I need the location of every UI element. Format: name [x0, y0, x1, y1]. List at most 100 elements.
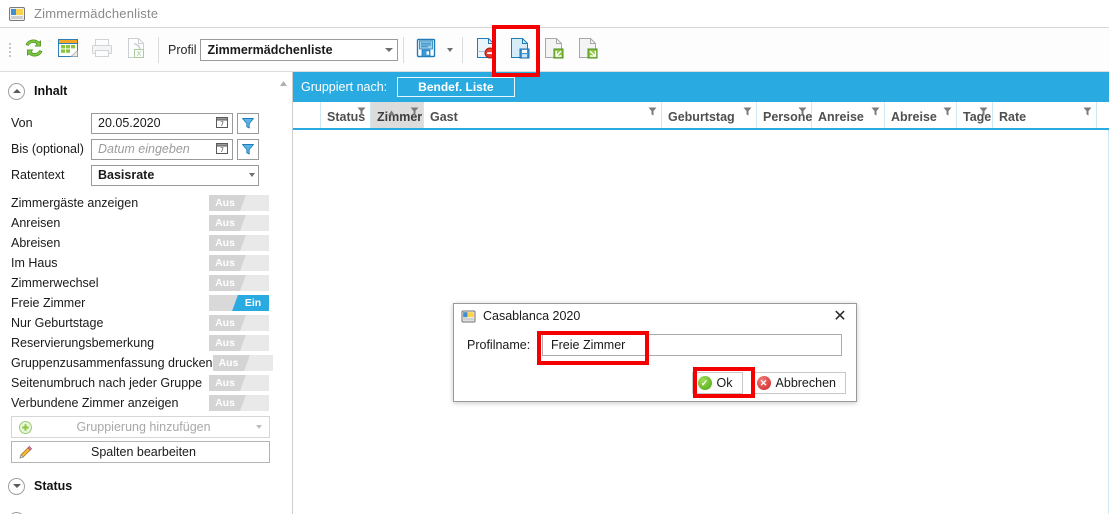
date-input-von[interactable]: 20.05.2020 7	[91, 112, 233, 134]
toggle-row[interactable]: Reservierungsbemerkung Aus	[0, 333, 292, 353]
profilname-input[interactable]: Freie Zimmer	[542, 334, 842, 356]
edit-columns-button[interactable]: Spalten bearbeiten	[11, 441, 270, 463]
cancel-button[interactable]: ✕ Abbrechen	[750, 372, 846, 394]
funnel-icon[interactable]	[1083, 105, 1092, 119]
close-icon[interactable]: ✕	[828, 305, 852, 327]
toggle-switch[interactable]: Ein	[209, 295, 269, 311]
filter-button-bis[interactable]	[237, 138, 259, 160]
grid-header-cell-personen[interactable]: Personen	[757, 102, 820, 128]
save-profile-dialog: Casablanca 2020 ✕ Profilname: Freie Zimm…	[453, 303, 857, 402]
export-excel-button[interactable]: X	[119, 33, 153, 67]
toggle-switch[interactable]: Aus	[209, 395, 269, 411]
profile-import-button[interactable]	[536, 33, 570, 67]
refresh-button[interactable]	[17, 33, 51, 67]
toggle-row[interactable]: Nur Geburtstage Aus	[0, 313, 292, 333]
toggle-switch[interactable]: Aus	[209, 195, 269, 211]
profile-import-icon	[540, 35, 566, 64]
plus-circle-icon	[12, 420, 38, 435]
ratentext-dropdown[interactable]: Basisrate	[91, 164, 259, 186]
chevron-down-icon	[8, 477, 25, 495]
grid-header-cell-anreise[interactable]: Anreise	[812, 102, 885, 128]
date-input-bis[interactable]: Datum eingeben 7	[91, 138, 233, 160]
sidebar-section-status[interactable]: Status	[0, 473, 292, 499]
toggle-label: Zimmergäste anzeigen	[11, 196, 139, 210]
grid-header-cell-blank[interactable]	[293, 102, 321, 128]
funnel-icon[interactable]	[871, 105, 880, 119]
funnel-icon[interactable]	[798, 105, 807, 119]
funnel-icon[interactable]	[648, 105, 657, 119]
toggle-row[interactable]: Verbundene Zimmer anzeigen Aus	[0, 393, 292, 413]
grid-header-cell-status[interactable]: Status	[321, 102, 371, 128]
grid-header-cell-gast[interactable]: Gast	[424, 102, 662, 128]
toggle-state: Aus	[215, 377, 235, 389]
ok-button[interactable]: ✓ Ok	[691, 372, 743, 394]
save-profile-dropdown[interactable]	[443, 33, 457, 67]
toggle-row[interactable]: Abreisen Aus	[0, 233, 292, 253]
toggle-switch[interactable]: Aus	[209, 335, 269, 351]
field-row-bis: Bis (optional) Datum eingeben 7	[0, 136, 292, 162]
sidebar-section-zimmerfilter[interactable]: Zimmerfilter	[0, 507, 292, 514]
profile-delete-icon	[472, 35, 498, 64]
toolbar-drag-handle[interactable]	[5, 38, 15, 62]
toggle-switch[interactable]: Aus	[209, 255, 269, 271]
toggle-row[interactable]: Zimmergäste anzeigen Aus	[0, 193, 292, 213]
toggle-row[interactable]: Gruppenzusammenfassung drucken Aus	[0, 353, 292, 373]
toggle-switch[interactable]: Aus	[209, 275, 269, 291]
chevron-down-icon[interactable]	[249, 425, 269, 429]
toggle-row[interactable]: Anreisen Aus	[0, 213, 292, 233]
field-row-von: Von 20.05.2020 7	[0, 110, 292, 136]
toggle-label: Verbundene Zimmer anzeigen	[11, 396, 179, 410]
grid-header-cell-abreise[interactable]: Abreise	[885, 102, 957, 128]
dialog-footer: ✓ Ok ✕ Abbrechen	[454, 371, 858, 395]
calendar-picker-icon[interactable]: 7	[215, 141, 229, 158]
toggle-row-freie-zimmer[interactable]: Freie Zimmer Ein	[0, 293, 292, 313]
profil-dropdown[interactable]: Zimmermädchenliste	[200, 38, 399, 61]
grid-header-cell-tage[interactable]: Tage	[957, 102, 993, 128]
toggle-switch[interactable]: Aus	[209, 375, 269, 391]
profile-export-button[interactable]	[570, 33, 604, 67]
svg-text:7: 7	[220, 121, 224, 128]
toggle-switch[interactable]: Aus	[209, 315, 269, 331]
sidebar-scroll-up-arrow[interactable]	[279, 76, 288, 90]
toggle-row[interactable]: Im Haus Aus	[0, 253, 292, 273]
toggle-state: Aus	[215, 317, 235, 329]
toggle-switch[interactable]: Aus	[209, 235, 269, 251]
filter-button-von[interactable]	[237, 112, 259, 134]
grid-header-row: Status Zimmer Gast Geburtstag Personen A…	[293, 102, 1109, 130]
toggle-row[interactable]: Zimmerwechsel Aus	[0, 273, 292, 293]
print-button[interactable]	[85, 33, 119, 67]
toggle-switch[interactable]: Aus	[209, 215, 269, 231]
group-by-bar: Gruppiert nach: Bendef. Liste	[293, 72, 1109, 102]
add-grouping-button[interactable]: Gruppierung hinzufügen	[11, 416, 270, 438]
funnel-icon[interactable]	[979, 105, 988, 119]
toggle-row[interactable]: Seitenumbruch nach jeder Gruppe Aus	[0, 373, 292, 393]
application-window: Zimmermädchenliste X Profil Zimmermädche…	[0, 0, 1109, 514]
grid-header-cell-rate[interactable]: Rate	[993, 102, 1097, 128]
calendar-icon	[55, 35, 81, 64]
date-input-von-value: 20.05.2020	[98, 116, 161, 130]
sidebar-section-inhalt[interactable]: Inhalt	[0, 78, 292, 104]
funnel-icon[interactable]	[410, 105, 419, 119]
app-icon	[461, 309, 476, 324]
dialog-title: Casablanca 2020	[483, 309, 581, 323]
field-label-bis: Bis (optional)	[11, 142, 84, 156]
profile-delete-button[interactable]	[468, 33, 502, 67]
printer-icon	[89, 35, 115, 64]
funnel-icon[interactable]	[943, 105, 952, 119]
grid-header-cell-zimmer[interactable]: Zimmer	[371, 102, 424, 128]
toggle-state: Aus	[218, 357, 239, 369]
profile-save-icon	[506, 35, 532, 64]
cancel-circle-icon: ✕	[756, 376, 771, 390]
grid-header-label: Abreise	[891, 110, 937, 124]
save-profile-button[interactable]	[409, 33, 443, 67]
calendar-picker-icon[interactable]: 7	[215, 115, 229, 132]
funnel-icon[interactable]	[743, 105, 752, 119]
toggle-switch[interactable]: Aus	[212, 355, 273, 371]
group-by-chip[interactable]: Bendef. Liste	[397, 77, 515, 97]
profile-save-button[interactable]	[502, 33, 536, 67]
dialog-title-bar: Casablanca 2020 ✕	[454, 304, 856, 328]
check-circle-icon: ✓	[697, 376, 712, 390]
funnel-icon[interactable]	[357, 105, 366, 119]
calendar-button[interactable]	[51, 33, 85, 67]
grid-header-cell-geburtstag[interactable]: Geburtstag	[662, 102, 757, 128]
